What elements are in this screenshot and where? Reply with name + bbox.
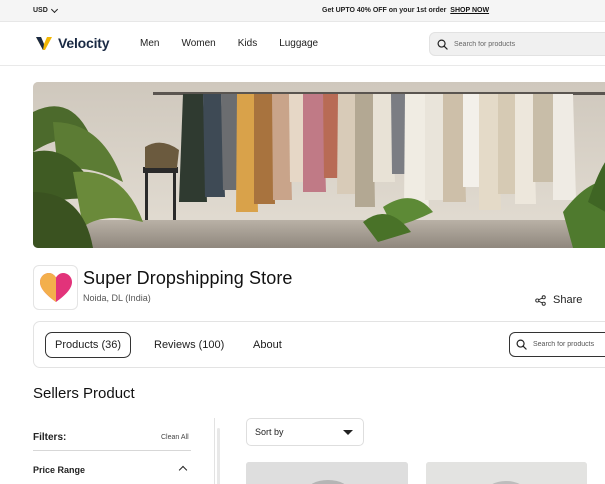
nav-links: Men Women Kids Luggage: [140, 38, 318, 49]
store-search[interactable]: [509, 332, 605, 357]
currency-selector[interactable]: USD: [33, 5, 58, 14]
caret-down-icon: [343, 430, 353, 435]
store-name: Super Dropshipping Store: [83, 268, 293, 288]
promo-text: Get UPTO 40% OFF on your 1st order: [322, 7, 447, 14]
promo-banner: Get UPTO 40% OFF on your 1st order SHOP …: [322, 7, 489, 14]
header-search-input[interactable]: [454, 40, 604, 48]
store-logo: [33, 265, 78, 310]
store-location: Noida, DL (India): [83, 293, 151, 303]
currency-label: USD: [33, 7, 48, 14]
brand-logo[interactable]: Velocity: [35, 35, 110, 51]
search-icon: [437, 39, 448, 50]
store-search-input[interactable]: [533, 341, 605, 348]
header-search[interactable]: [429, 32, 605, 56]
sidebar-scrollbar[interactable]: [214, 418, 221, 484]
product-card[interactable]: [246, 462, 408, 484]
sort-label: Sort by: [255, 427, 284, 437]
tab-reviews[interactable]: Reviews (100): [154, 332, 224, 358]
velocity-logo-icon: [36, 37, 52, 50]
share-button[interactable]: Share: [535, 294, 582, 306]
filters-label: Filters:: [33, 432, 67, 443]
store-banner-image: [33, 82, 605, 248]
chevron-down-icon: [50, 5, 58, 13]
shop-now-link[interactable]: SHOP NOW: [450, 7, 489, 14]
clean-all-button[interactable]: Clean All: [161, 434, 189, 441]
nav-link-luggage[interactable]: Luggage: [279, 38, 318, 49]
product-card[interactable]: [426, 462, 587, 484]
share-icon: [535, 294, 546, 306]
main-nav: Velocity Men Women Kids Luggage: [0, 22, 605, 66]
brand-name: Velocity: [58, 35, 110, 51]
filters-divider: [33, 450, 191, 451]
tab-products[interactable]: Products (36): [45, 332, 132, 358]
nav-link-men[interactable]: Men: [140, 38, 159, 49]
store-tabs: Products (36) Reviews (100) About: [33, 321, 605, 368]
scrollbar-thumb[interactable]: [217, 428, 220, 484]
section-title: Sellers Product: [33, 385, 135, 402]
nav-link-kids[interactable]: Kids: [238, 38, 257, 49]
chevron-up-icon[interactable]: [178, 465, 188, 475]
nav-link-women[interactable]: Women: [181, 38, 215, 49]
share-label: Share: [553, 294, 583, 306]
price-range-heading[interactable]: Price Range: [33, 465, 85, 475]
tab-about[interactable]: About: [253, 332, 282, 358]
announcement-bar: USD Get UPTO 40% OFF on your 1st order S…: [0, 0, 605, 22]
search-icon: [516, 339, 527, 350]
sort-dropdown[interactable]: Sort by: [246, 418, 364, 446]
heart-logo-icon: [39, 272, 72, 302]
